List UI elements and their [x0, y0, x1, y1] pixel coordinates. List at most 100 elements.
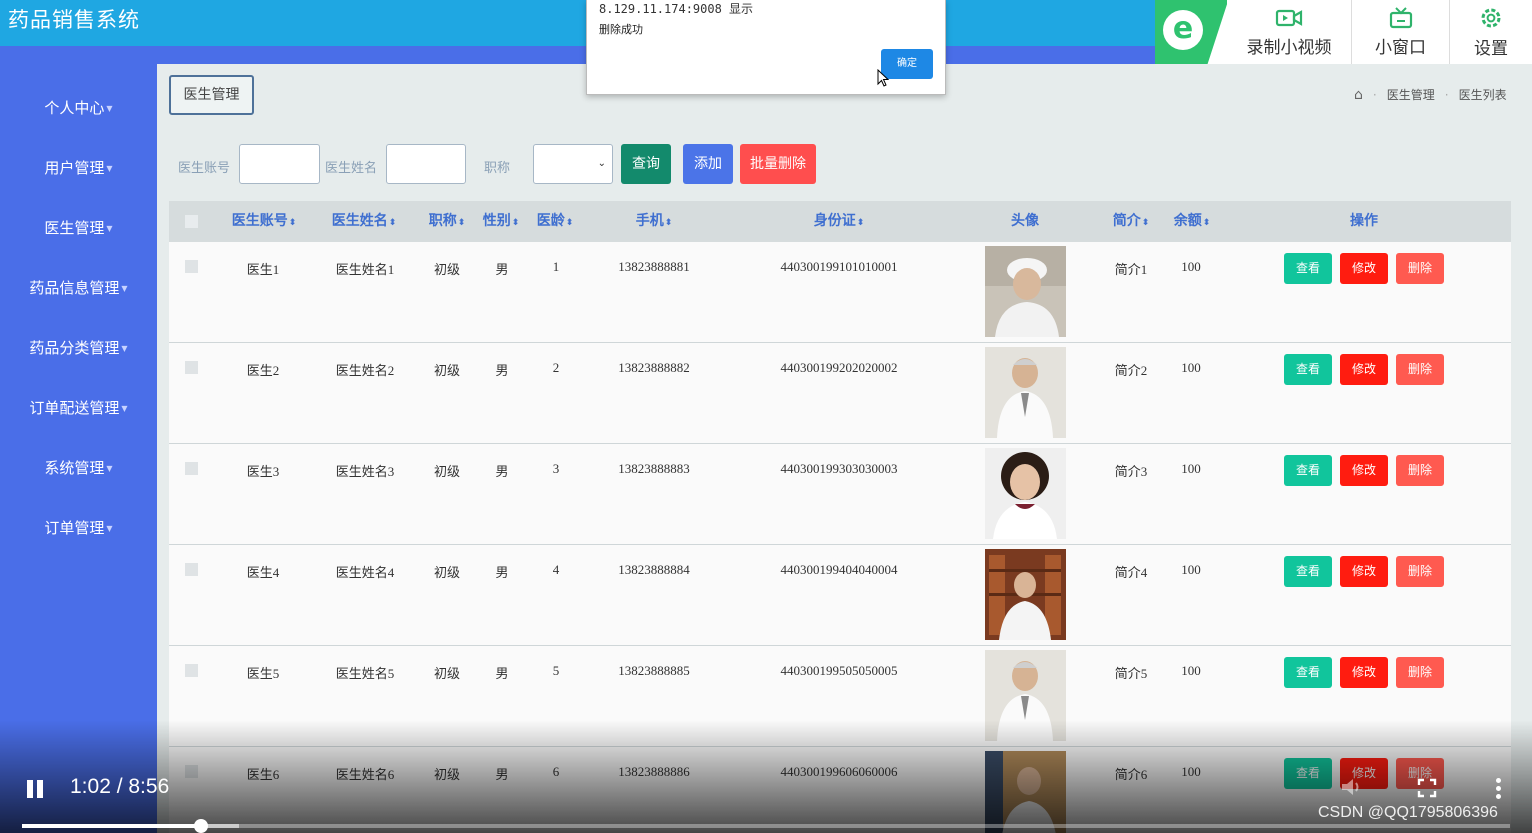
tab-doctor-management[interactable]: 医生管理 — [169, 75, 254, 115]
delete-button[interactable]: 删除 — [1396, 354, 1444, 385]
breadcrumb-separator: · — [1372, 87, 1377, 102]
sort-icon: ⬍ — [664, 218, 673, 228]
video-progress-bar[interactable] — [22, 819, 1510, 833]
sidebar-item-label: 用户管理 — [44, 159, 105, 177]
edit-button[interactable]: 修改 — [1340, 556, 1388, 587]
mini-window-button[interactable]: 小窗口 — [1351, 0, 1449, 64]
sidebar-item-user-management[interactable]: 用户管理 ▼ — [0, 153, 157, 183]
gear-icon — [1481, 8, 1501, 27]
row-checkbox[interactable] — [185, 765, 198, 778]
column-header-phone[interactable]: 手机⬍ — [629, 201, 679, 242]
delete-button[interactable]: 删除 — [1396, 253, 1444, 284]
view-button[interactable]: 查看 — [1284, 455, 1332, 486]
volume-icon[interactable] — [1340, 776, 1364, 798]
cell-id-card: 440300199606060006 — [780, 764, 898, 779]
cell-account: 医生5 — [246, 666, 280, 681]
fullscreen-icon[interactable] — [1417, 778, 1437, 798]
cell-gender: 男 — [495, 767, 509, 782]
delete-button[interactable]: 删除 — [1396, 455, 1444, 486]
cell-id-card: 440300199101010001 — [780, 259, 898, 274]
cell-balance: 100 — [1181, 562, 1201, 577]
sidebar-item-system-management[interactable]: 系统管理 ▼ — [0, 453, 157, 483]
mouse-cursor-icon — [877, 69, 889, 87]
row-checkbox[interactable] — [185, 361, 198, 374]
edit-button[interactable]: 修改 — [1340, 455, 1388, 486]
cell-name: 医生姓名5 — [335, 666, 395, 681]
batch-delete-button[interactable]: 批量删除 — [740, 144, 816, 184]
recorder-settings-button[interactable]: 设置 — [1449, 0, 1532, 64]
cell-seniority: 6 — [552, 764, 560, 779]
main-content: 医生管理 ⌂ · 医生管理 · 医生列表 医生账号 医生姓名 职称 ⌄ 查询 添… — [157, 64, 1532, 833]
view-button[interactable]: 查看 — [1284, 556, 1332, 587]
column-header-name[interactable]: 医生姓名⬍ — [329, 201, 399, 242]
delete-button[interactable]: 删除 — [1396, 657, 1444, 688]
cell-seniority: 4 — [552, 562, 560, 577]
row-checkbox[interactable] — [185, 664, 198, 677]
edit-button[interactable]: 修改 — [1340, 354, 1388, 385]
edit-button[interactable]: 修改 — [1340, 253, 1388, 284]
cell-account: 医生4 — [246, 565, 280, 580]
select-all-checkbox[interactable] — [185, 215, 198, 228]
column-header-balance[interactable]: 余额⬍ — [1172, 201, 1212, 242]
sidebar-item-personal-center[interactable]: 个人中心 ▼ — [0, 93, 157, 123]
more-options-icon[interactable] — [1494, 778, 1502, 800]
sidebar-item-drug-info[interactable]: 药品信息管理 ▼ — [0, 273, 157, 303]
sort-icon: ⬍ — [288, 218, 297, 228]
sidebar-item-label: 系统管理 — [44, 459, 105, 477]
view-button[interactable]: 查看 — [1284, 758, 1332, 789]
view-button[interactable]: 查看 — [1284, 657, 1332, 688]
caret-down-icon: ▼ — [106, 523, 113, 533]
view-button[interactable]: 查看 — [1284, 253, 1332, 284]
doctor-avatar — [985, 549, 1066, 640]
caret-down-icon: ▼ — [106, 163, 113, 173]
cell-name: 医生姓名6 — [335, 767, 395, 782]
cell-account: 医生2 — [246, 363, 280, 378]
caret-down-icon: ▼ — [106, 223, 113, 233]
cell-title: 初级 — [433, 464, 460, 479]
sidebar-item-label: 药品信息管理 — [29, 279, 120, 297]
progress-handle[interactable] — [193, 819, 208, 833]
pause-button[interactable] — [24, 778, 46, 800]
doctor-name-input[interactable] — [386, 144, 466, 184]
add-button[interactable]: 添加 — [683, 144, 733, 184]
sidebar-item-label: 医生管理 — [44, 219, 105, 237]
playback-time: 1:02 / 8:56 — [70, 775, 170, 798]
doctor-avatar — [985, 246, 1066, 337]
column-header-seniority[interactable]: 医龄⬍ — [535, 201, 575, 242]
column-header-gender[interactable]: 性别⬍ — [481, 201, 521, 242]
column-header-title[interactable]: 职称⬍ — [427, 201, 467, 242]
cell-title: 初级 — [433, 666, 460, 681]
column-header-account[interactable]: 医生账号⬍ — [229, 201, 299, 242]
cell-phone: 13823888885 — [618, 663, 690, 678]
delete-button[interactable]: 删除 — [1396, 556, 1444, 587]
doctor-account-input[interactable] — [239, 144, 320, 184]
sidebar-item-order-management[interactable]: 订单管理 ▼ — [0, 513, 157, 543]
edit-button[interactable]: 修改 — [1340, 657, 1388, 688]
cell-title: 初级 — [433, 262, 460, 277]
sidebar-item-doctor-management[interactable]: 医生管理 ▼ — [0, 213, 157, 243]
view-button[interactable]: 查看 — [1284, 354, 1332, 385]
cell-phone: 13823888883 — [618, 461, 690, 476]
cell-balance: 100 — [1181, 764, 1201, 779]
record-video-button[interactable]: 录制小视频 — [1227, 0, 1351, 64]
cell-name: 医生姓名4 — [335, 565, 395, 580]
cell-title: 初级 — [433, 363, 460, 378]
cell-gender: 男 — [495, 262, 509, 277]
sidebar-item-drug-category[interactable]: 药品分类管理 ▼ — [0, 333, 157, 363]
progress-played — [22, 824, 201, 828]
title-select[interactable]: ⌄ — [533, 144, 613, 184]
pause-bar-icon — [37, 780, 43, 798]
query-button[interactable]: 查询 — [621, 144, 671, 184]
cell-seniority: 5 — [552, 663, 560, 678]
row-checkbox[interactable] — [185, 462, 198, 475]
column-header-id-card[interactable]: 身份证⬍ — [809, 201, 869, 242]
sidebar-item-order-delivery[interactable]: 订单配送管理 ▼ — [0, 393, 157, 423]
home-icon[interactable]: ⌂ — [1354, 87, 1363, 103]
row-checkbox[interactable] — [185, 260, 198, 273]
column-header-intro[interactable]: 简介⬍ — [1111, 201, 1151, 242]
caret-down-icon: ▼ — [106, 463, 113, 473]
cell-balance: 100 — [1181, 461, 1201, 476]
pause-bar-icon — [27, 780, 33, 798]
breadcrumb-item[interactable]: 医生管理 — [1387, 86, 1435, 103]
row-checkbox[interactable] — [185, 563, 198, 576]
